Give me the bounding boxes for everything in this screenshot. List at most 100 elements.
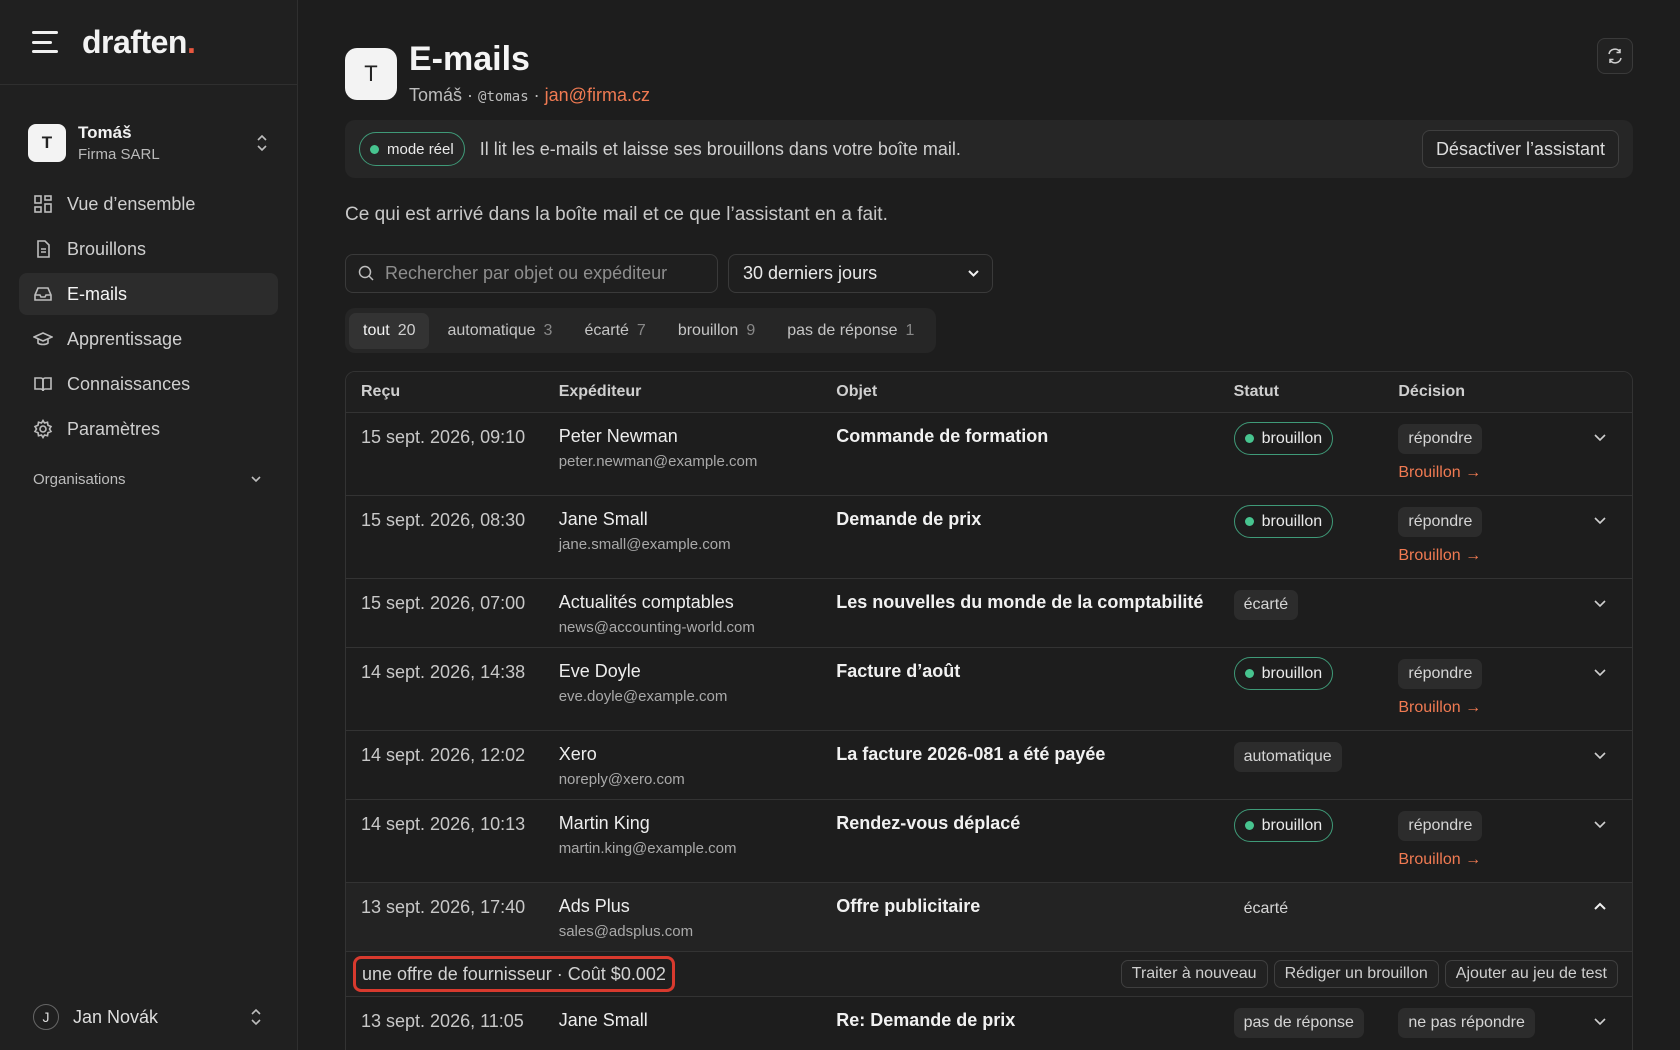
chevron-down-icon[interactable] bbox=[1593, 748, 1607, 762]
org-user-name: Tomáš bbox=[78, 123, 132, 142]
org-company-name: Firma SARL bbox=[78, 146, 160, 163]
period-select[interactable]: 30 derniers jours bbox=[728, 254, 993, 293]
table-row[interactable]: 13 sept. 2026, 17:40 Ads Plus sales@adspl… bbox=[346, 883, 1632, 952]
sidebar-nav: Vue d’ensemble Brouillons E-mails Appren… bbox=[0, 183, 297, 450]
chevron-down-icon[interactable] bbox=[1593, 430, 1607, 444]
status-badge: écarté bbox=[1233, 590, 1299, 620]
column-header[interactable]: Décision bbox=[1398, 383, 1568, 401]
sidebar-item-label: Apprentissage bbox=[67, 328, 183, 349]
table-row[interactable]: 15 sept. 2026, 09:10 Peter Newman peter.n… bbox=[346, 413, 1632, 496]
chevron-up-icon[interactable] bbox=[1593, 900, 1607, 914]
chevron-updown-icon bbox=[249, 1008, 263, 1026]
table-row[interactable]: 14 sept. 2026, 12:02 Xero noreply@xero.co… bbox=[346, 731, 1632, 800]
table-header: Reçu Expéditeur Objet Statut Décision bbox=[346, 372, 1632, 413]
filters-bar: 30 derniers jours bbox=[345, 254, 1633, 293]
sidebar-item-label: Paramètres bbox=[67, 418, 161, 439]
received-date: 13 sept. 2026, 17:40 bbox=[361, 897, 526, 917]
chevron-down-icon[interactable] bbox=[1593, 817, 1607, 831]
sender-name: Jane Small bbox=[558, 1010, 648, 1030]
email-subject: La facture 2026-081 a été payée bbox=[836, 744, 1106, 764]
chevron-down-icon[interactable] bbox=[1593, 1014, 1607, 1028]
tab-automatic[interactable]: automatique 3 bbox=[433, 313, 566, 349]
tab-label: automatique bbox=[447, 321, 536, 339]
sidebar-item-learning[interactable]: Apprentissage bbox=[19, 318, 278, 360]
organisations-section[interactable]: Organisations bbox=[0, 464, 297, 494]
email-subject: Re: Demande de prix bbox=[836, 1010, 1016, 1030]
column-header[interactable]: Expéditeur bbox=[559, 383, 837, 401]
sidebar-item-overview[interactable]: Vue d’ensemble bbox=[19, 183, 278, 225]
reprocess-button[interactable]: Traiter à nouveau bbox=[1120, 960, 1268, 988]
sidebar-item-drafts[interactable]: Brouillons bbox=[19, 228, 278, 270]
refresh-button[interactable] bbox=[1597, 38, 1633, 74]
chevron-down-icon[interactable] bbox=[1593, 596, 1607, 610]
chevron-down-icon[interactable] bbox=[1593, 665, 1607, 679]
sender-email: jane.small@example.com bbox=[558, 536, 731, 553]
period-value: 30 derniers jours bbox=[743, 263, 878, 283]
sender-name: Martin King bbox=[558, 813, 650, 833]
account-email-link[interactable]: jan@firma.cz bbox=[545, 85, 650, 105]
org-switcher[interactable]: T Tomáš Firma SARL bbox=[0, 85, 297, 177]
search-input[interactable] bbox=[385, 263, 705, 284]
book-icon bbox=[34, 377, 52, 392]
chevron-updown-icon bbox=[255, 134, 269, 152]
table-row[interactable]: 13 sept. 2026, 11:05 Jane Small Re: Dema… bbox=[346, 997, 1632, 1050]
menu-icon[interactable] bbox=[32, 31, 60, 53]
add-to-test-set-button[interactable]: Ajouter au jeu de test bbox=[1444, 960, 1618, 988]
table-row[interactable]: 15 sept. 2026, 07:00 Actualités comptabl… bbox=[346, 579, 1632, 648]
received-date: 15 sept. 2026, 09:10 bbox=[361, 427, 526, 447]
classification-note: une offre de fournisseur · Coût $0.002 bbox=[353, 956, 675, 992]
tab-label: pas de réponse bbox=[787, 321, 898, 339]
status-label: brouillon bbox=[1261, 512, 1323, 530]
status-label: brouillon bbox=[1261, 664, 1323, 682]
logo[interactable]: draften. bbox=[82, 24, 196, 61]
received-date: 15 sept. 2026, 08:30 bbox=[361, 510, 526, 530]
mode-banner: mode réel Il lit les e-mails et laisse s… bbox=[345, 120, 1633, 178]
received-date: 13 sept. 2026, 11:05 bbox=[361, 1011, 524, 1031]
page-description: Ce qui est arrivé dans la boîte mail et … bbox=[345, 204, 888, 225]
refresh-icon bbox=[1608, 48, 1622, 64]
gear-icon bbox=[33, 419, 53, 439]
draft-link[interactable]: Brouillon → bbox=[1398, 851, 1568, 869]
section-label: Organisations bbox=[33, 470, 126, 488]
account-handle: @tomas bbox=[478, 89, 529, 105]
separator: · bbox=[533, 85, 540, 105]
status-badge: écarté bbox=[1243, 900, 1289, 917]
table-row[interactable]: 14 sept. 2026, 10:13 Martin King martin.k… bbox=[346, 800, 1632, 883]
tab-no-reply[interactable]: pas de réponse 1 bbox=[773, 313, 928, 349]
tab-all[interactable]: tout 20 bbox=[349, 312, 430, 349]
search-box[interactable] bbox=[345, 254, 718, 293]
compose-draft-button[interactable]: Rédiger un brouillon bbox=[1273, 960, 1439, 988]
draft-link[interactable]: Brouillon → bbox=[1398, 464, 1568, 482]
brand-bar: draften. bbox=[0, 0, 297, 85]
table-row[interactable]: 15 sept. 2026, 08:30 Jane Small jane.smal… bbox=[346, 496, 1632, 579]
user-avatar: J bbox=[33, 1004, 59, 1030]
tab-label: tout bbox=[363, 321, 390, 339]
column-header[interactable]: Objet bbox=[836, 383, 1233, 401]
draft-link[interactable]: Brouillon → bbox=[1398, 699, 1568, 717]
sidebar-item-knowledge[interactable]: Connaissances bbox=[19, 363, 278, 405]
decision-badge: répondre bbox=[1398, 659, 1483, 689]
sidebar-item-emails[interactable]: E-mails bbox=[19, 273, 278, 315]
chevron-down-icon[interactable] bbox=[1593, 513, 1607, 527]
decision-badge: répondre bbox=[1398, 424, 1483, 454]
sender-name: Jane Small bbox=[558, 509, 648, 529]
status-badge: brouillon bbox=[1233, 505, 1334, 538]
disable-assistant-button[interactable]: Désactiver l’assistant bbox=[1421, 130, 1619, 168]
user-menu[interactable]: J Jan Novák bbox=[33, 1004, 263, 1030]
row-detail-panel: une offre de fournisseur · Coût $0.002 T… bbox=[346, 952, 1632, 997]
received-date: 14 sept. 2026, 12:02 bbox=[361, 745, 526, 765]
draft-link[interactable]: Brouillon → bbox=[1398, 547, 1568, 565]
received-date: 15 sept. 2026, 07:00 bbox=[361, 593, 526, 613]
column-header[interactable]: Reçu bbox=[346, 383, 559, 401]
sender-email: peter.newman@example.com bbox=[558, 453, 758, 470]
table-row[interactable]: 14 sept. 2026, 14:38 Eve Doyle eve.doyle@… bbox=[346, 648, 1632, 731]
column-header[interactable]: Statut bbox=[1234, 383, 1399, 401]
tab-dismissed[interactable]: écarté 7 bbox=[570, 313, 659, 349]
sender-email: noreply@xero.com bbox=[558, 771, 685, 788]
sender-name: Actualités comptables bbox=[558, 592, 734, 612]
tab-draft[interactable]: brouillon 9 bbox=[664, 313, 769, 349]
emails-table: Reçu Expéditeur Objet Statut Décision 15… bbox=[345, 371, 1633, 1050]
sidebar-item-settings[interactable]: Paramètres bbox=[19, 408, 278, 450]
mode-label: mode réel bbox=[387, 140, 454, 158]
tab-count: 7 bbox=[636, 321, 646, 339]
